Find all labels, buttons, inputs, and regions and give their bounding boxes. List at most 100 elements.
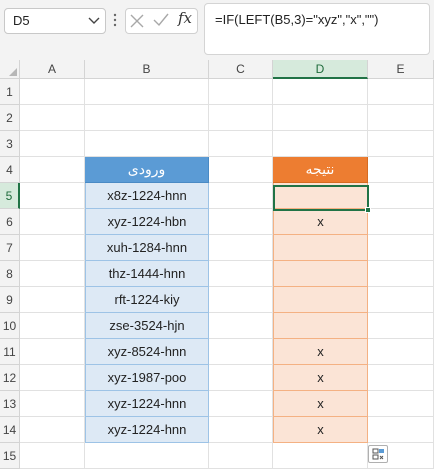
row-header-6[interactable]: 6 — [0, 209, 20, 235]
chevron-down-icon[interactable] — [88, 16, 100, 26]
cell-e9[interactable] — [368, 287, 434, 313]
cell-c8[interactable] — [209, 261, 273, 287]
input-cell[interactable]: x8z-1224-hnn — [85, 183, 209, 209]
input-cell[interactable]: xyz-1224-hnn — [85, 391, 209, 417]
cell-c12[interactable] — [209, 365, 273, 391]
input-cell[interactable]: zse-3524-hjn — [85, 313, 209, 339]
cell-e1[interactable] — [368, 79, 434, 105]
result-cell[interactable] — [273, 183, 368, 209]
enter-check-icon[interactable] — [153, 13, 169, 27]
row-header-9[interactable]: 9 — [0, 287, 20, 313]
column-header-c[interactable]: C — [209, 60, 273, 79]
cell-a8[interactable] — [20, 261, 85, 287]
fill-handle[interactable] — [365, 207, 371, 213]
cell-a2[interactable] — [20, 105, 85, 131]
input-cell[interactable]: thz-1444-hnn — [85, 261, 209, 287]
cell-a5[interactable] — [20, 183, 85, 209]
cell-a11[interactable] — [20, 339, 85, 365]
cell-a14[interactable] — [20, 417, 85, 443]
result-cell[interactable] — [273, 287, 368, 313]
cell-e11[interactable] — [368, 339, 434, 365]
column-header-e[interactable]: E — [368, 60, 434, 79]
insert-function-button[interactable]: fx — [178, 9, 192, 27]
result-cell[interactable] — [273, 261, 368, 287]
result-column-header[interactable]: نتیجه — [273, 157, 368, 183]
cell-a6[interactable] — [20, 209, 85, 235]
cell-e14[interactable] — [368, 417, 434, 443]
name-box[interactable]: D5 — [4, 8, 106, 34]
cell-e6[interactable] — [368, 209, 434, 235]
row-header-12[interactable]: 12 — [0, 365, 20, 391]
cell-d15[interactable] — [273, 443, 368, 469]
row-header-10[interactable]: 10 — [0, 313, 20, 339]
cell-c15[interactable] — [209, 443, 273, 469]
column-header-b[interactable]: B — [85, 60, 209, 79]
cell-a3[interactable] — [20, 131, 85, 157]
row-header-7[interactable]: 7 — [0, 235, 20, 261]
cell-a9[interactable] — [20, 287, 85, 313]
cell-d3[interactable] — [273, 131, 368, 157]
input-cell[interactable]: xyz-1987-poo — [85, 365, 209, 391]
cell-a15[interactable] — [20, 443, 85, 469]
cell-a7[interactable] — [20, 235, 85, 261]
cell-d1[interactable] — [273, 79, 368, 105]
quick-analysis-button[interactable] — [368, 445, 388, 463]
input-cell[interactable]: xyz-1224-hbn — [85, 209, 209, 235]
cell-e7[interactable] — [368, 235, 434, 261]
cell-e12[interactable] — [368, 365, 434, 391]
cell-a13[interactable] — [20, 391, 85, 417]
cell-c10[interactable] — [209, 313, 273, 339]
cell-c1[interactable] — [209, 79, 273, 105]
cell-e5[interactable] — [368, 183, 434, 209]
input-cell[interactable]: rft-1224-kiy — [85, 287, 209, 313]
cell-b3[interactable] — [85, 131, 209, 157]
cell-c4[interactable] — [209, 157, 273, 183]
result-cell[interactable] — [273, 313, 368, 339]
cell-b15[interactable] — [85, 443, 209, 469]
row-header-3[interactable]: 3 — [0, 131, 20, 157]
result-cell[interactable]: x — [273, 417, 368, 443]
cell-a12[interactable] — [20, 365, 85, 391]
row-header-15[interactable]: 15 — [0, 443, 20, 469]
result-cell[interactable]: x — [273, 391, 368, 417]
formula-input[interactable]: =IF(LEFT(B5,3)="xyz","x","") — [204, 3, 430, 55]
cell-a1[interactable] — [20, 79, 85, 105]
cell-e4[interactable] — [368, 157, 434, 183]
row-header-13[interactable]: 13 — [0, 391, 20, 417]
result-cell[interactable]: x — [273, 365, 368, 391]
input-cell[interactable]: xyz-1224-hnn — [85, 417, 209, 443]
row-header-5[interactable]: 5 — [0, 183, 20, 209]
result-cell[interactable]: x — [273, 339, 368, 365]
cell-e8[interactable] — [368, 261, 434, 287]
select-all-corner[interactable] — [0, 60, 20, 79]
cell-c5[interactable] — [209, 183, 273, 209]
cell-b2[interactable] — [85, 105, 209, 131]
cell-b1[interactable] — [85, 79, 209, 105]
cell-e2[interactable] — [368, 105, 434, 131]
input-cell[interactable]: xyz-8524-hnn — [85, 339, 209, 365]
cell-a4[interactable] — [20, 157, 85, 183]
cell-e13[interactable] — [368, 391, 434, 417]
cell-c11[interactable] — [209, 339, 273, 365]
cell-d2[interactable] — [273, 105, 368, 131]
row-header-8[interactable]: 8 — [0, 261, 20, 287]
row-header-4[interactable]: 4 — [0, 157, 20, 183]
cancel-x-icon[interactable] — [130, 14, 144, 28]
result-cell[interactable] — [273, 235, 368, 261]
cell-c2[interactable] — [209, 105, 273, 131]
result-cell[interactable]: x — [273, 209, 368, 235]
cell-c3[interactable] — [209, 131, 273, 157]
cell-c9[interactable] — [209, 287, 273, 313]
column-header-d[interactable]: D — [273, 60, 368, 79]
row-header-1[interactable]: 1 — [0, 79, 20, 105]
cell-c6[interactable] — [209, 209, 273, 235]
input-column-header[interactable]: ورودی — [85, 157, 209, 183]
cell-e10[interactable] — [368, 313, 434, 339]
cell-c14[interactable] — [209, 417, 273, 443]
column-header-a[interactable]: A — [20, 60, 85, 79]
cell-e3[interactable] — [368, 131, 434, 157]
more-options-icon[interactable] — [112, 12, 118, 28]
cell-a10[interactable] — [20, 313, 85, 339]
input-cell[interactable]: xuh-1284-hnn — [85, 235, 209, 261]
cell-c13[interactable] — [209, 391, 273, 417]
